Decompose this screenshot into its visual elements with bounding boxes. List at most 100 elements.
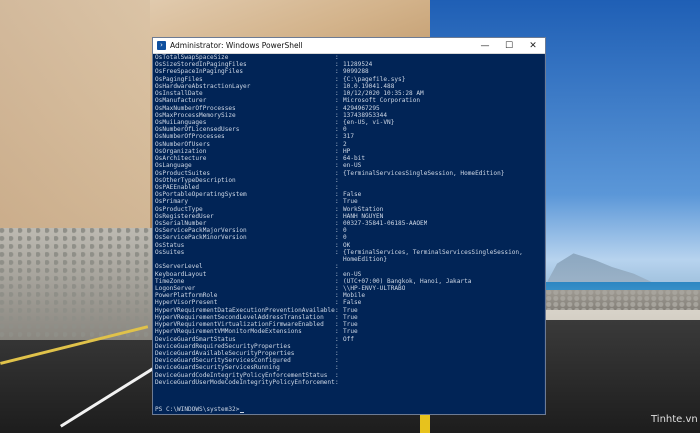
separator: : [335,313,339,321]
console-line: OsNumberOfLicensedUsers:0 [155,126,545,133]
property-name: OsSuites [155,248,185,256]
property-name: OsMaxNumberOfProcesses [155,104,236,112]
property-name: OsHardwareAbstractionLayer [155,82,251,90]
property-name: LogonServer [155,285,196,292]
console-line: OsHardwareAbstractionLayer:10.0.19041.48… [155,83,545,90]
wallpaper-road-line [420,412,430,433]
separator: : [335,169,339,177]
property-value: {TerminalServicesSingleSession, HomeEdit… [343,169,505,177]
console-line: DeviceGuardSecurityServicesConfigured: [155,357,545,364]
separator: : [335,191,339,199]
property-name: OsPAEEnabled [155,183,200,191]
property-name: OsPagingFiles [155,75,203,83]
property-value: 10/12/2020 10:35:28 AM [343,90,424,98]
property-name: HyperVisorPresent [155,299,218,307]
wallpaper-rock-wall [0,228,152,340]
console-line: DeviceGuardSecurityServicesRunning: [155,364,545,371]
property-name: HyperVRequirementVMMonitorModeExtensions [155,328,302,336]
property-value: False [343,191,362,199]
console-line: DeviceGuardUserModeCodeIntegrityPolicyEn… [155,379,545,386]
property-name: DeviceGuardRequiredSecurityProperties [155,342,291,350]
property-value: True [343,198,358,206]
property-value: 317 [343,133,355,141]
property-value: Microsoft Corporation [343,97,421,105]
window-title: Administrator: Windows PowerShell [170,41,303,50]
console-line: OsFreeSpaceInPagingFiles:9099288 [155,68,545,75]
console-line: HyperVRequirementDataExecutionPrevention… [155,307,545,314]
separator: : [335,126,339,134]
console-line: OsPagingFiles: {C:\pagefile.sys} [155,76,545,83]
minimize-button[interactable]: — [473,38,497,53]
property-name: OsInstallDate [155,90,203,98]
property-value: OK [343,241,351,249]
text-cursor [240,412,245,414]
separator: : [335,342,339,350]
property-name: DeviceGuardSecurityServicesConfigured [155,357,291,365]
property-name: OsNumberOfUsers [155,140,211,148]
property-name: OsSizeStoredInPagingFiles [155,61,247,69]
property-name: OsNumberOfLicensedUsers [155,126,240,134]
separator [335,256,343,263]
powershell-icon[interactable]: › [157,41,166,50]
property-value: {en-US, vi-VN} [343,118,395,126]
separator: : [335,285,339,292]
property-value: en-US [343,270,362,278]
property-name: OsMaxProcessMemorySize [155,111,236,119]
separator: : [335,198,339,206]
separator: : [335,220,339,228]
separator: : [335,82,339,90]
property-name [155,256,335,263]
property-name: OsLanguage [155,162,192,170]
maximize-button[interactable]: ☐ [497,38,521,53]
close-button[interactable]: ✕ [521,38,545,53]
title-bar[interactable]: › Administrator: Windows PowerShell — ☐ … [153,38,545,54]
property-value: \\HP-ENVY-ULTRABO [343,285,406,292]
property-value: 0 [343,126,347,134]
console-line: OsServicePackMinorVersion:0 [155,234,545,241]
property-value: HANH NGUYEN [343,212,384,220]
property-value: 10.0.19041.488 [343,82,395,90]
property-name: PowerPlatformRole [155,292,218,300]
property-name: OsTotalSwapSpaceSize [155,54,229,61]
property-value: 2 [343,140,347,148]
powershell-window[interactable]: › Administrator: Windows PowerShell — ☐ … [152,37,546,415]
property-name: DeviceGuardCodeIntegrityPolicyEnforcemen… [155,371,328,379]
command-prompt[interactable]: PS C:\WINDOWS\system32> [155,406,245,414]
separator: : [335,140,339,148]
console-line: HyperVRequirementVirtualizationFirmwareE… [155,321,545,328]
property-name: TimeZone [155,277,185,285]
separator: : [335,75,339,83]
separator: : [335,97,339,105]
separator: : [335,90,339,98]
console-line: PowerPlatformRole: Mobile [155,292,545,299]
console-line: KeyboardLayout: en-US [155,271,545,278]
property-value: {C:\pagefile.sys} [343,75,406,83]
property-value: False [343,299,362,307]
console-line: OsProductType: WorkStation [155,206,545,213]
separator: : [335,104,339,112]
property-name: OsProductType [155,205,203,213]
property-name: OsPortableOperatingSystem [155,191,247,199]
property-name: OsNumberOfProcesses [155,133,225,141]
separator: : [335,371,339,379]
console-line: DeviceGuardRequiredSecurityProperties: [155,343,545,350]
property-name: OsProductSuites [155,169,211,177]
wallpaper-hills [546,253,656,284]
console-line: DeviceGuardAvailableSecurityProperties: [155,350,545,357]
scrollbar[interactable] [544,54,545,414]
property-name: OsServicePackMinorVersion [155,234,247,242]
separator: : [335,277,339,285]
separator: : [335,68,339,76]
property-name: OsServerLevel [155,263,203,271]
property-name: DeviceGuardSmartStatus [155,335,236,343]
separator: : [335,364,339,372]
separator: : [335,61,339,69]
property-value: True [343,328,358,336]
console-output[interactable]: OsTotalSwapSpaceSize: OsSizeStoredInPagin… [153,54,545,414]
property-name: OsSerialNumber [155,220,207,228]
separator: : [335,205,339,213]
separator: : [335,227,339,235]
console-line: OsMaxProcessMemorySize:137438953344 [155,112,545,119]
property-value: 9099288 [343,68,369,76]
separator: : [335,299,339,307]
